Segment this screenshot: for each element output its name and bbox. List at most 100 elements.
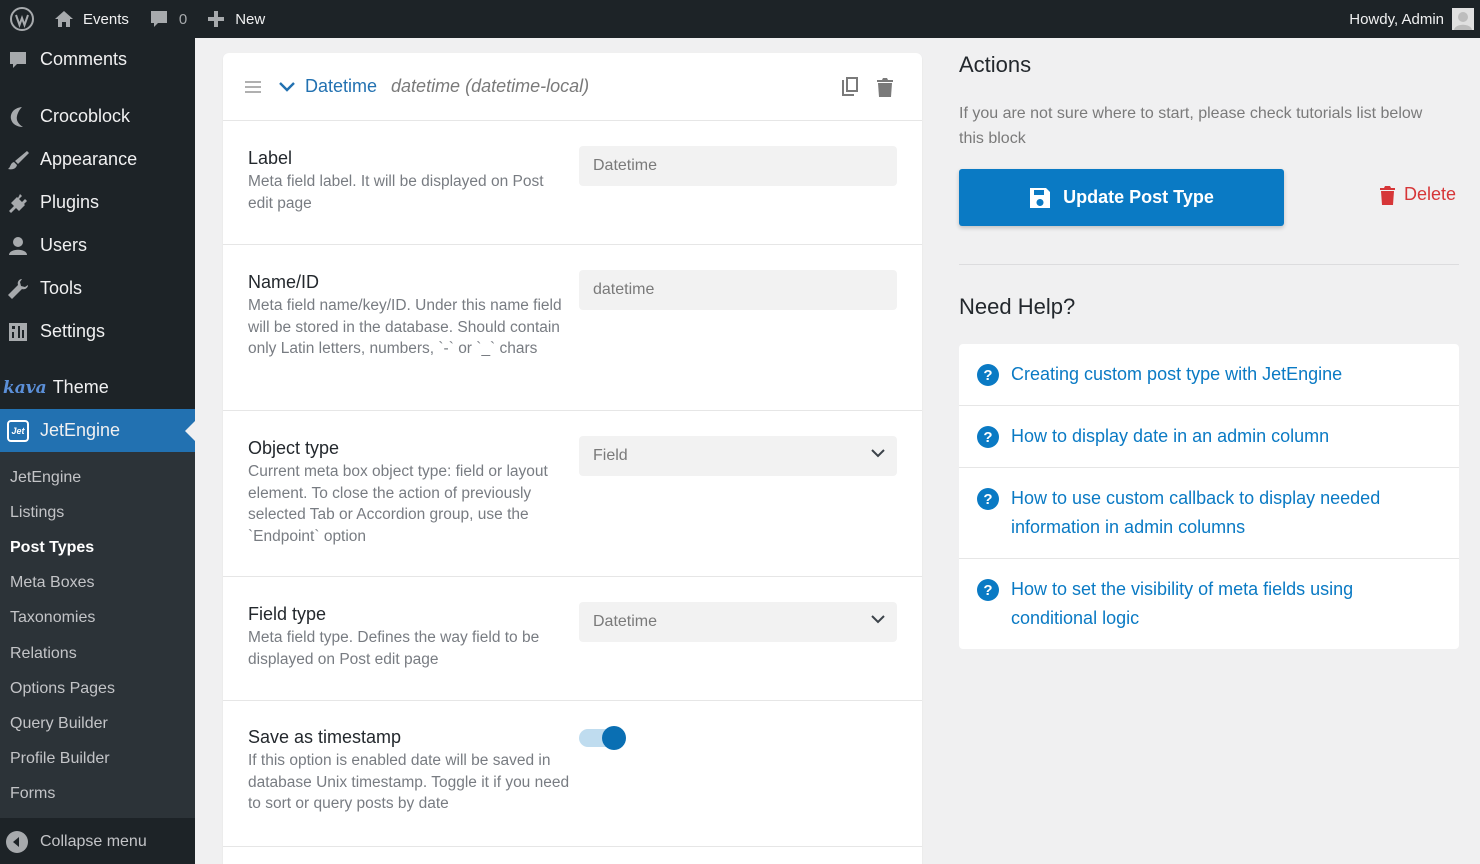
help-links-box: ? Creating custom post type with JetEngi… xyxy=(959,344,1459,649)
timestamp-desc: If this option is enabled date will be s… xyxy=(248,752,570,812)
label-input[interactable]: Datetime xyxy=(579,146,897,186)
sidebar-item-crocoblock[interactable]: Crocoblock xyxy=(0,95,195,138)
submenu-item-post-types[interactable]: Post Types xyxy=(0,530,195,565)
help-link-text: How to display date in an admin column xyxy=(1011,426,1330,446)
help-link-text: How to set the visibility of meta fields… xyxy=(1011,579,1354,628)
field-card-header[interactable]: Datetime datetime (datetime-local) xyxy=(223,53,922,121)
submenu-item-forms[interactable]: Forms xyxy=(0,777,195,812)
comments-link[interactable]: 0 xyxy=(139,0,197,38)
actions-desc: If you are not sure where to start, plea… xyxy=(959,105,1423,147)
admin-bar: Events 0 New Howdy, Admin xyxy=(0,0,1480,38)
submenu-item-taxonomies[interactable]: Taxonomies xyxy=(0,601,195,636)
jet-logo: Jet xyxy=(7,419,29,442)
actions-title: Actions xyxy=(959,52,1032,77)
collapse-menu-button[interactable]: Collapse menu xyxy=(0,820,195,864)
submenu-item-listings[interactable]: Listings xyxy=(0,495,195,530)
field-type-desc: Meta field type. Defines the way field t… xyxy=(248,629,540,668)
object-type-row: Object type Current meta box object type… xyxy=(223,411,922,577)
chevron-down-icon xyxy=(871,615,885,624)
question-icon: ? xyxy=(977,579,999,601)
jetengine-icon: Jet xyxy=(6,419,30,443)
plus-icon xyxy=(208,11,225,27)
submenu-item-options-pages[interactable]: Options Pages xyxy=(0,671,195,706)
avatar-person-icon xyxy=(1454,12,1472,30)
name-row: Name/ID Meta field name/key/ID. Under th… xyxy=(223,245,922,411)
divider xyxy=(959,264,1459,265)
label-row: Label Meta field label. It will be displ… xyxy=(223,121,922,245)
sidebar-item-jetengine[interactable]: Jet JetEngine xyxy=(0,409,195,452)
account-menu[interactable]: Howdy, Admin xyxy=(1339,0,1480,38)
comment-icon xyxy=(6,48,30,72)
sidebar-item-theme[interactable]: kava Theme xyxy=(0,366,195,409)
label-input-placeholder: Datetime xyxy=(593,157,658,174)
toggle-knob xyxy=(602,726,626,750)
comments-count: 0 xyxy=(178,10,188,28)
field-type-select[interactable]: Datetime xyxy=(579,602,897,642)
timestamp-toggle[interactable] xyxy=(579,726,626,750)
greeting: Howdy, Admin xyxy=(1349,10,1444,28)
drag-handle-icon[interactable] xyxy=(245,78,261,96)
trash-icon xyxy=(1380,185,1395,205)
field-title: Datetime xyxy=(305,76,378,96)
sidebar-item-settings[interactable]: Settings xyxy=(0,310,195,353)
chevron-down-icon xyxy=(871,449,885,458)
site-name-link[interactable]: Events xyxy=(44,0,139,38)
delete-button[interactable]: Delete xyxy=(1379,184,1456,205)
field-type-value: Datetime xyxy=(593,613,658,630)
sidebar-item-label: Theme xyxy=(52,377,109,397)
trash-icon[interactable] xyxy=(876,77,894,97)
object-type-value: Field xyxy=(593,447,628,464)
settings-icon xyxy=(6,320,30,344)
label-row-desc: Meta field label. It will be displayed o… xyxy=(248,173,544,212)
field-type-row: Field type Meta field type. Defines the … xyxy=(223,577,922,701)
sidebar-item-label: Users xyxy=(40,235,88,255)
sidebar-item-tools[interactable]: Tools xyxy=(0,267,195,310)
wp-logo-button[interactable] xyxy=(0,0,44,38)
submenu-item-relations[interactable]: Relations xyxy=(0,636,195,671)
sidebar-item-label: Crocoblock xyxy=(40,106,131,126)
plug-icon xyxy=(6,191,30,215)
help-title: Need Help? xyxy=(959,294,1076,319)
new-content-link[interactable]: New xyxy=(197,0,275,38)
name-input[interactable]: datetime xyxy=(579,270,897,310)
submenu-item-query-builder[interactable]: Query Builder xyxy=(0,706,195,741)
timestamp-title: Save as timestamp xyxy=(248,727,402,747)
sidebar-item-label: JetEngine xyxy=(40,420,121,440)
update-post-type-button[interactable]: Update Post Type xyxy=(959,169,1284,226)
help-link[interactable]: ? How to use custom callback to display … xyxy=(959,468,1459,559)
save-icon xyxy=(1030,187,1051,208)
collapse-label: Collapse menu xyxy=(40,833,147,850)
name-row-desc: Meta field name/key/ID. Under this name … xyxy=(248,297,562,357)
site-name: Events xyxy=(83,10,129,28)
sidebar-item-label: Comments xyxy=(40,49,128,69)
help-link[interactable]: ? How to display date in an admin column xyxy=(959,406,1459,468)
sidebar-item-label: Tools xyxy=(40,278,83,298)
question-icon: ? xyxy=(977,488,999,510)
comment-icon xyxy=(150,11,167,27)
object-type-select[interactable]: Field xyxy=(579,436,897,476)
update-label: Update Post Type xyxy=(1063,187,1214,207)
crocoblock-icon xyxy=(6,105,30,129)
sidebar-item-label: Plugins xyxy=(40,192,100,212)
sidebar-item-appearance[interactable]: Appearance xyxy=(0,138,195,181)
brush-icon xyxy=(6,148,30,172)
sidebar-item-plugins[interactable]: Plugins xyxy=(0,181,195,224)
jetengine-submenu: JetEngine Listings Post Types Meta Boxes… xyxy=(0,452,195,818)
collapse-icon xyxy=(6,831,28,853)
help-link[interactable]: ? How to set the visibility of meta fiel… xyxy=(959,559,1459,649)
chevron-down-icon[interactable] xyxy=(279,81,295,92)
admin-sidebar: Comments Crocoblock Appearance Plugins U… xyxy=(0,38,195,864)
help-link-text: How to use custom callback to display ne… xyxy=(1011,488,1381,537)
help-link[interactable]: ? Creating custom post type with JetEngi… xyxy=(959,344,1459,406)
new-label: New xyxy=(235,10,266,28)
submenu-item-meta-boxes[interactable]: Meta Boxes xyxy=(0,566,195,601)
home-icon xyxy=(55,11,73,27)
user-icon xyxy=(6,234,30,258)
sidebar-item-users[interactable]: Users xyxy=(0,224,195,267)
timestamp-row: Save as timestamp If this option is enab… xyxy=(223,701,922,847)
copy-icon[interactable] xyxy=(840,76,860,98)
sidebar-item-label: Appearance xyxy=(40,149,138,169)
submenu-item-jetengine[interactable]: JetEngine xyxy=(0,460,195,495)
sidebar-item-comments[interactable]: Comments xyxy=(0,38,195,81)
submenu-item-profile-builder[interactable]: Profile Builder xyxy=(0,742,195,777)
